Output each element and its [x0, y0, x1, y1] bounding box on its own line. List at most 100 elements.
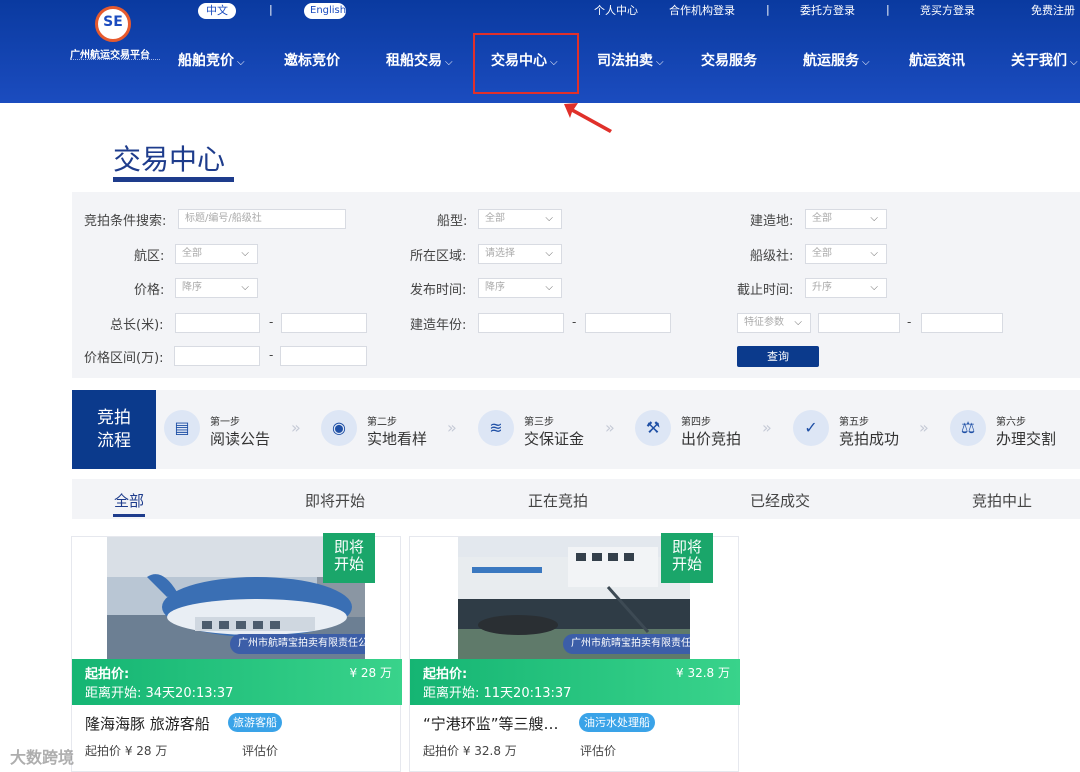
step-name: 交保证金 [524, 430, 585, 448]
annotation-arrow-icon [564, 103, 612, 133]
status-corner-badge: 即将 开始 [323, 533, 375, 583]
chevron-down-icon: ⌵ [870, 248, 878, 259]
toplink-separator: | [886, 3, 890, 16]
nav-about-us[interactable]: 关于我们 ⌵ [1011, 50, 1078, 70]
meta-eval-price: 评估价 [242, 744, 279, 758]
process-title: 竞拍 流程 [72, 390, 156, 469]
price-sort-select[interactable]: 降序 ⌵ [175, 278, 258, 298]
chevron-down-icon: ⌵ [870, 213, 878, 224]
chevron-down-icon: ⌵ [794, 317, 802, 328]
area-select[interactable]: 全部 ⌵ [175, 244, 258, 264]
keyword-input[interactable]: 标题/编号/船级社 [178, 209, 346, 229]
length-min-input[interactable] [175, 313, 260, 333]
region-select[interactable]: 请选择 ⌵ [478, 244, 562, 264]
nav-charter-trade[interactable]: 租船交易 ⌵ [386, 50, 453, 70]
search-panel: 竞拍条件搜索: 标题/编号/船级社 船型: 全部 ⌵ 建造地: 全部 ⌵ 航区: 全… [72, 192, 1080, 378]
year-min-input[interactable] [478, 313, 564, 333]
chevron-down-icon: ⌵ [656, 57, 664, 68]
step-name: 阅读公告 [210, 430, 271, 448]
nav-trade-service[interactable]: 交易服务 [701, 50, 757, 70]
feature-select[interactable]: 特征参数 ⌵ [737, 313, 811, 333]
build-place-select[interactable]: 全部 ⌵ [805, 209, 887, 229]
tab-in-progress[interactable]: 正在竞拍 [528, 490, 588, 511]
deadline-select[interactable]: 升序 ⌵ [805, 278, 887, 298]
nav-invite-bidding[interactable]: 邀标竞价 [284, 50, 340, 70]
ship-type-tag: 旅游客船 [228, 713, 282, 732]
ship-type-select[interactable]: 全部 ⌵ [478, 209, 562, 229]
ship-name[interactable]: “宁港环监”等三艘… [423, 713, 559, 734]
check-icon: ✓ [793, 410, 829, 446]
link-partner-login[interactable]: 合作机构登录 [669, 2, 735, 18]
meta-start-price: 起拍价 ¥ 28 万 [85, 744, 168, 758]
start-price-label: 起拍价: [423, 667, 468, 682]
build-place-label: 建造地: [750, 214, 794, 229]
deadline-label: 截止时间: [737, 283, 794, 298]
build-year-label: 建造年份: [410, 318, 467, 333]
double-chevron-icon: » [291, 418, 301, 437]
area-label: 航区: [134, 249, 165, 264]
lang-separator: | [269, 3, 273, 16]
publish-time-label: 发布时间: [410, 283, 467, 298]
bidding-process: 竞拍 流程 ▤ 第一步 阅读公告 » ◉ 第二步 实地看样 » ≋ 第三步 交保证… [72, 390, 1080, 469]
step-name: 实地看样 [367, 430, 428, 448]
ship-type-label: 船型: [437, 214, 468, 229]
feature-max-input[interactable] [921, 313, 1003, 333]
tab-upcoming[interactable]: 即将开始 [305, 490, 365, 511]
tab-suspended[interactable]: 竞拍中止 [972, 490, 1032, 511]
feature-min-input[interactable] [818, 313, 900, 333]
publish-time-select[interactable]: 降序 ⌵ [478, 278, 562, 298]
year-max-input[interactable] [585, 313, 671, 333]
query-button[interactable]: 查询 [737, 346, 819, 367]
ship-image[interactable]: 广州市航晴宝拍卖有限责任公司 [458, 537, 690, 659]
gavel-icon: ⚒ [635, 410, 671, 446]
link-client-login[interactable]: 委托方登录 [800, 2, 855, 18]
double-chevron-icon: » [919, 418, 929, 437]
price-min-input[interactable] [174, 346, 260, 366]
price-max-input[interactable] [280, 346, 367, 366]
class-label: 船级社: [750, 249, 794, 264]
link-register[interactable]: 免费注册 [1031, 2, 1075, 18]
nav-ship-bidding[interactable]: 船舶竞价 ⌵ [178, 50, 245, 70]
lang-chinese-button[interactable]: 中文 [198, 3, 236, 19]
step-name: 竞拍成功 [839, 430, 900, 448]
range-dash: - [572, 315, 577, 329]
tab-all[interactable]: 全部 [114, 490, 144, 511]
step-number: 第六步 [996, 417, 1026, 428]
class-select[interactable]: 全部 ⌵ [805, 244, 887, 264]
site-logo[interactable]: SE 广州航运交易平台 [70, 6, 160, 66]
status-corner-badge: 即将 开始 [661, 533, 713, 583]
company-badge: 广州市航晴宝拍卖有限责任公司 [230, 634, 365, 654]
tab-completed[interactable]: 已经成交 [750, 490, 810, 511]
toplink-separator: | [766, 3, 770, 16]
title-underline [113, 177, 234, 182]
price-label: 价格: [134, 283, 165, 298]
chevron-down-icon: ⌵ [445, 57, 453, 68]
start-price-label: 起拍价: [85, 667, 130, 682]
logo-mark: SE [95, 6, 131, 42]
link-bidder-login[interactable]: 竞买方登录 [920, 2, 975, 18]
auction-card[interactable]: 广州市航晴宝拍卖有限责任公司 即将开始 起拍价: ¥ 32.8 万 距离开始: … [409, 533, 740, 772]
range-dash: - [269, 348, 274, 362]
nav-judicial-auction[interactable]: 司法拍卖 ⌵ [597, 50, 664, 70]
location-icon: ◉ [321, 410, 357, 446]
auction-card[interactable]: 广州市航晴宝拍卖有限责任公司 即将 开始 起拍价: ¥ 28 万 距离开始: 34… [71, 533, 402, 772]
step-number: 第五步 [839, 417, 869, 428]
link-personal-center[interactable]: 个人中心 [594, 2, 638, 18]
ship-name[interactable]: 隆海海豚 旅游客船 [85, 713, 210, 734]
nav-shipping-service[interactable]: 航运服务 ⌵ [803, 50, 870, 70]
top-header: SE 广州航运交易平台 中文 | English 个人中心 合作机构登录 | 委… [0, 0, 1080, 103]
chevron-down-icon: ⌵ [545, 282, 553, 293]
highlight-box [473, 33, 579, 94]
range-dash: - [907, 315, 912, 329]
length-max-input[interactable] [281, 313, 367, 333]
countdown: 距离开始: 34天20:13:37 [85, 686, 234, 701]
range-dash: - [269, 315, 274, 329]
region-label: 所在区域: [410, 249, 467, 264]
chevron-down-icon: ⌵ [241, 248, 249, 259]
chevron-down-icon: ⌵ [237, 57, 245, 68]
nav-shipping-news[interactable]: 航运资讯 [909, 50, 965, 70]
chevron-down-icon: ⌵ [545, 213, 553, 224]
step-name: 出价竞拍 [681, 430, 742, 448]
chevron-down-icon: ⌵ [1070, 57, 1078, 68]
lang-english-button[interactable]: English [304, 3, 346, 19]
